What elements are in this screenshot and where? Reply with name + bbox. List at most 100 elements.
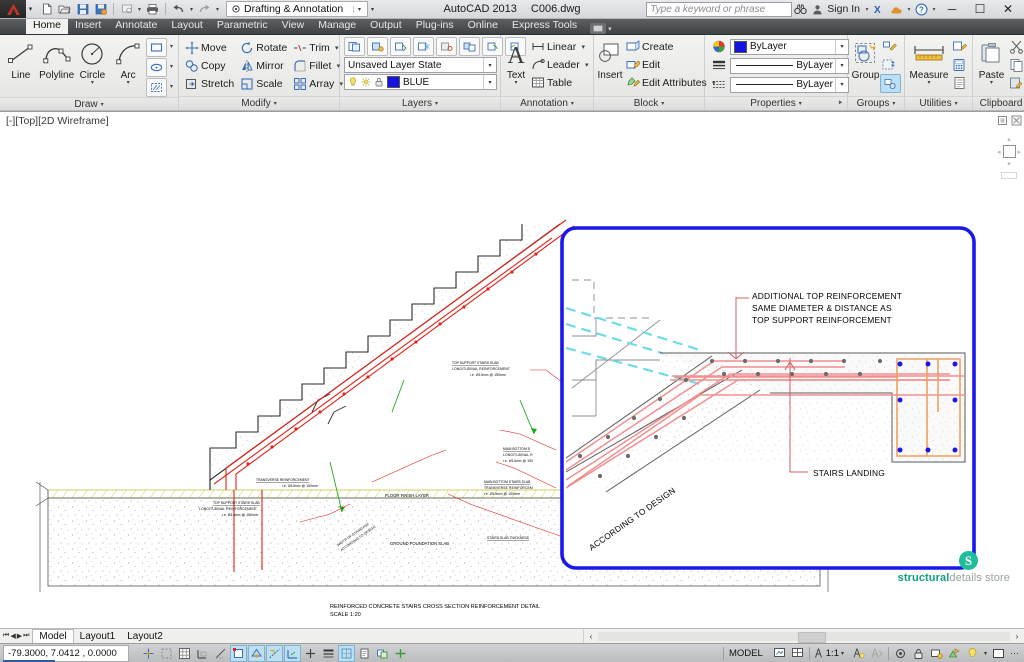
application-menu-caret[interactable]: ▾ (26, 0, 35, 18)
paste-special-icon[interactable] (1007, 74, 1024, 91)
last-layout-icon[interactable]: ⏭ (23, 632, 29, 640)
table-button[interactable]: Table (528, 74, 591, 91)
current-layer-caret[interactable]: ▾ (483, 75, 496, 89)
viewport-config-icon[interactable] (789, 645, 806, 662)
insert-block-button[interactable]: Insert (597, 37, 623, 81)
move-button[interactable]: Move (182, 39, 237, 56)
circle-dropdown-caret[interactable]: ▾ (91, 80, 94, 86)
linetype-icon[interactable] (709, 76, 728, 93)
measure-button[interactable]: Measure ▾ (908, 37, 950, 86)
space-toggle[interactable]: MODEL (724, 648, 768, 659)
ribbon-display-icon[interactable] (590, 23, 607, 34)
rectangle-flyout-caret[interactable]: ▾ (168, 38, 175, 54)
quick-calc-icon[interactable] (950, 56, 969, 73)
printer-icon[interactable] (144, 1, 161, 17)
tab-annotate[interactable]: Annotate (108, 18, 164, 34)
selection-cycling-icon[interactable] (374, 645, 391, 662)
help-caret[interactable]: ▾ (930, 6, 938, 13)
fillet-button[interactable]: Fillet ▾ (290, 57, 345, 74)
first-layout-icon[interactable]: ⏮ (3, 632, 9, 640)
linetype-combo[interactable]: ByLayer ▾ (730, 76, 849, 93)
scale-caret[interactable]: ▾ (841, 650, 844, 657)
hatch-flyout-caret[interactable]: ▾ (168, 78, 175, 94)
group-selection-on-icon[interactable] (880, 74, 901, 93)
panel-title-layers[interactable]: Layers ▾ (340, 96, 500, 110)
tab-parametric[interactable]: Parametric (210, 18, 275, 34)
cut-scissors-icon[interactable] (1007, 38, 1024, 55)
linetype-caret[interactable]: ▾ (835, 77, 848, 92)
scale-button[interactable]: Scale (237, 75, 290, 92)
stretch-button[interactable]: Stretch (182, 75, 237, 92)
plot-preview-caret[interactable]: ▾ (136, 1, 143, 17)
tab-online[interactable]: Online (461, 18, 505, 34)
scroll-left-icon[interactable]: ‹ (584, 632, 598, 641)
workspace-selector[interactable]: Drafting & Annotation ▾ (226, 1, 368, 17)
layout-tab-layout1[interactable]: Layout1 (74, 630, 122, 643)
measure-dropdown-caret[interactable]: ▾ (927, 80, 930, 86)
tab-manage[interactable]: Manage (311, 18, 363, 34)
transparency-icon[interactable] (338, 644, 355, 662)
text-dropdown-caret[interactable]: ▾ (514, 80, 517, 86)
layout-tab-model[interactable]: Model (32, 629, 74, 643)
color-wheel-icon[interactable] (709, 38, 728, 55)
hardware-acceleration-icon[interactable] (928, 645, 945, 662)
panel-title-draw[interactable]: Draw ▾ (0, 97, 178, 110)
layer-previous-icon[interactable] (482, 37, 503, 56)
layer-isolate-icon[interactable] (367, 37, 388, 56)
text-button[interactable]: A Text ▾ (504, 37, 528, 86)
polar-tracking-icon[interactable] (212, 645, 229, 662)
object-snap-icon[interactable] (230, 644, 247, 662)
color-caret[interactable]: ▾ (835, 39, 848, 54)
linear-caret[interactable]: ▾ (579, 43, 587, 51)
workspace-extra-caret[interactable]: ▾ (368, 6, 377, 13)
floppy-save-icon[interactable] (74, 1, 91, 17)
plot-preview-icon[interactable] (118, 1, 135, 17)
autoscale-icon[interactable] (868, 645, 885, 662)
panel-title-block[interactable]: Block ▾ (594, 96, 704, 110)
status-overflow-icon[interactable]: ⋯ (1008, 648, 1021, 659)
edit-block-button[interactable]: Edit (623, 56, 718, 73)
object-snap-tracking-icon[interactable] (266, 644, 283, 662)
search-input[interactable]: Type a keyword or phrase (646, 1, 793, 17)
paste-dropdown-caret[interactable]: ▾ (990, 80, 993, 86)
trim-button[interactable]: Trim ▾ (290, 39, 345, 56)
layout-nav-arrows[interactable]: ⏮ ◀ ▶ ⏭ (0, 632, 32, 640)
layout-tab-layout2[interactable]: Layout2 (121, 630, 169, 643)
close-button[interactable]: ✕ (994, 0, 1022, 18)
sign-in-label[interactable]: Sign In (826, 3, 863, 15)
tab-home[interactable]: Home (26, 18, 69, 34)
array-button[interactable]: Array ▾ (290, 75, 345, 92)
search-binoculars-icon[interactable] (792, 1, 809, 17)
arc-dropdown-caret[interactable]: ▾ (127, 80, 130, 86)
panel-title-clipboard[interactable]: Clipboard (973, 96, 1024, 110)
tab-output[interactable]: Output (363, 18, 409, 34)
dynamic-input-icon[interactable] (302, 645, 319, 662)
hatch-icon[interactable] (146, 78, 167, 97)
leader-caret[interactable]: ▾ (583, 61, 591, 69)
scroll-right-icon[interactable]: › (1010, 632, 1024, 641)
linewidth-caret[interactable]: ▾ (835, 58, 848, 73)
a360-caret[interactable]: ▾ (905, 6, 913, 13)
status-bar-menu-icon[interactable] (990, 645, 1007, 662)
tab-insert[interactable]: Insert (68, 18, 108, 34)
infer-constraints-icon[interactable] (140, 645, 157, 662)
circle-button[interactable]: Circle ▾ (75, 37, 111, 86)
prev-layout-icon[interactable]: ◀ (10, 632, 15, 640)
layer-unisolate-icon[interactable] (390, 37, 411, 56)
annotation-visibility-icon[interactable] (850, 645, 867, 662)
workspace-dropdown-caret[interactable]: ▾ (353, 5, 365, 13)
new-document-icon[interactable] (38, 1, 55, 17)
ribbon-extra-caret[interactable]: ▾ (608, 25, 612, 33)
annotation-monitor-icon[interactable] (392, 645, 409, 662)
lineweight-icon[interactable] (320, 645, 337, 662)
ungroup-icon[interactable] (880, 38, 899, 55)
group-edit-icon[interactable] (880, 56, 899, 73)
padlock-icon[interactable] (910, 645, 927, 662)
quick-select-icon[interactable] (950, 38, 969, 55)
create-block-button[interactable]: Create (623, 38, 718, 55)
linear-dimension-button[interactable]: Linear ▾ (528, 38, 591, 55)
3d-object-snap-icon[interactable] (248, 644, 265, 662)
grid-display-icon[interactable] (176, 645, 193, 662)
layer-match-icon[interactable] (459, 37, 480, 56)
drawing-canvas[interactable]: [-][Top][2D Wireframe] ▴ ◂ ▸ ▾ TOP SUPPO… (0, 111, 1024, 628)
